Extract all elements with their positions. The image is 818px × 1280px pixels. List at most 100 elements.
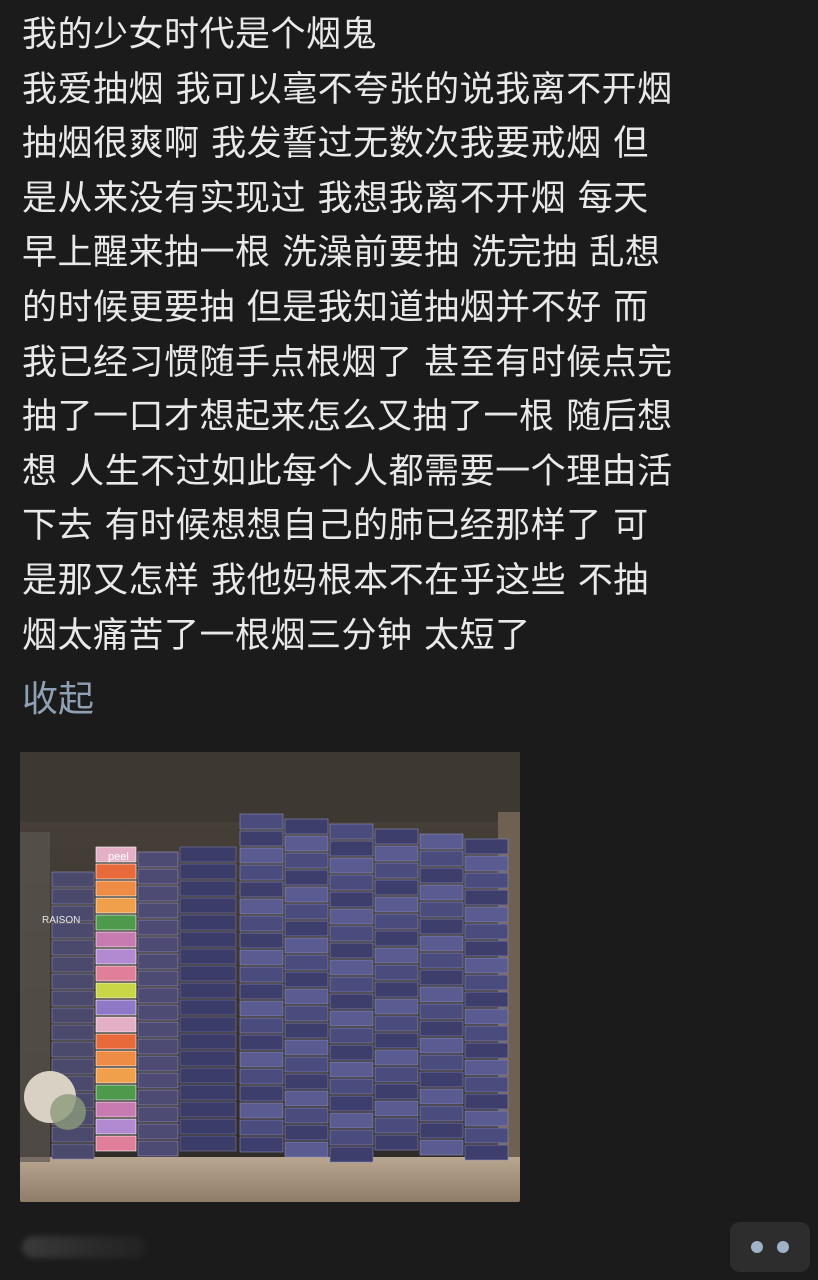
- cigarette-pack: [179, 1050, 237, 1067]
- cigarette-pack: [419, 1037, 464, 1054]
- cigarette-pack: [239, 864, 284, 881]
- cigarette-pack: [179, 880, 237, 897]
- cigarette-photo: peel RAISON: [20, 752, 520, 1202]
- cigarette-pack: [51, 973, 95, 990]
- cigarette-pack: [179, 1016, 237, 1033]
- cigarette-pack: [464, 872, 509, 889]
- cigarette-pack: [95, 880, 137, 897]
- cigarette-pack: [239, 1068, 284, 1085]
- cigarette-pack: [329, 942, 374, 959]
- cigarette-pack: [419, 901, 464, 918]
- cigarette-pack: [179, 914, 237, 931]
- cigarette-pack: [284, 937, 329, 954]
- collapse-link[interactable]: 收起: [22, 672, 94, 728]
- cigarette-pack: [137, 970, 179, 987]
- cigarette-pack: [239, 813, 284, 830]
- cigarette-pack: [137, 919, 179, 936]
- cigarette-pack: [239, 881, 284, 898]
- cigarette-pack: [464, 957, 509, 974]
- cigarette-pack: [329, 840, 374, 857]
- cigarette-pack: [419, 969, 464, 986]
- cigarette-pack: [329, 1061, 374, 1078]
- cigarette-pack: [137, 885, 179, 902]
- cigarette-pack: [374, 896, 419, 913]
- cigarette-pack: [179, 999, 237, 1016]
- cigarette-pack: [464, 940, 509, 957]
- cigarette-pack: [95, 1118, 137, 1135]
- cigarette-pack: [419, 935, 464, 952]
- cigarette-pack: [464, 1059, 509, 1076]
- cigarette-pack: [284, 1056, 329, 1073]
- cigarette-pack: [137, 868, 179, 885]
- cigarette-pack: [137, 1038, 179, 1055]
- cigarette-pack: [51, 990, 95, 1007]
- cigarette-pack: [464, 906, 509, 923]
- cigarette-pack: [464, 1144, 509, 1161]
- cigarette-pack: [95, 931, 137, 948]
- cigarette-pack: [329, 891, 374, 908]
- cigarette-pack: [51, 1007, 95, 1024]
- cigarette-pack: [95, 863, 137, 880]
- cigarette-pack: [374, 964, 419, 981]
- cigarette-pack: [374, 913, 419, 930]
- cigarette-pack: [329, 1078, 374, 1095]
- cigarette-pack: [464, 1008, 509, 1025]
- cigarette-pack: [95, 914, 137, 931]
- cigarette-pack: [374, 998, 419, 1015]
- cigarette-pack: [419, 1020, 464, 1037]
- cigarette-pack: [419, 850, 464, 867]
- cigarette-pack: [179, 1101, 237, 1118]
- cigarette-pack: [329, 976, 374, 993]
- cigarette-pack: [95, 965, 137, 982]
- cigarette-pack: [329, 823, 374, 840]
- cigarette-pack: [284, 988, 329, 1005]
- cigarette-pack: [239, 1000, 284, 1017]
- cigarette-pack: [51, 871, 95, 888]
- cigarette-pack: [464, 991, 509, 1008]
- cigarette-pack: [374, 1015, 419, 1032]
- cigarette-pack: [329, 874, 374, 891]
- cigarette-pack: [179, 1033, 237, 1050]
- cigarette-pack: [284, 869, 329, 886]
- cigarette-pack: [179, 846, 237, 863]
- cigarette-pack: [329, 1112, 374, 1129]
- cigarette-pack: [419, 1139, 464, 1156]
- cigarette-pack: [284, 920, 329, 937]
- cigarette-pack: [51, 956, 95, 973]
- pack-label-raison: RAISON: [42, 915, 80, 926]
- cigarette-pack: [329, 1146, 374, 1163]
- more-button[interactable]: [730, 1222, 810, 1272]
- cigarette-pack: [284, 818, 329, 835]
- cigarette-pack: [137, 1072, 179, 1089]
- cigarette-pack: [374, 845, 419, 862]
- cigarette-pack: [179, 965, 237, 982]
- cigarette-pack: [137, 1140, 179, 1157]
- cigarette-pack: [137, 1106, 179, 1123]
- cigarette-pack: [95, 999, 137, 1016]
- cigarette-pack: [239, 847, 284, 864]
- cigarette-pack: [419, 884, 464, 901]
- cigarette-pack: [329, 1027, 374, 1044]
- cigarette-pack: [239, 1085, 284, 1102]
- cigarette-pack: [374, 862, 419, 879]
- cigarette-pack: [179, 863, 237, 880]
- cigarette-pack: [284, 886, 329, 903]
- cigarette-pack: [284, 1124, 329, 1141]
- post-image[interactable]: peel RAISON: [20, 752, 520, 1202]
- more-dots-icon: [777, 1241, 789, 1253]
- cigarette-pack: [284, 1039, 329, 1056]
- cigarette-pack: [239, 1017, 284, 1034]
- cigarette-pack: [419, 986, 464, 1003]
- cigarette-pack: [464, 889, 509, 906]
- cigarette-pack: [239, 1119, 284, 1136]
- cigarette-pack: [179, 948, 237, 965]
- cigarette-pack: [137, 1089, 179, 1106]
- cigarette-pack: [419, 1054, 464, 1071]
- cigarette-pack: [137, 1021, 179, 1038]
- cigarette-pack: [374, 981, 419, 998]
- cigarette-pack: [137, 936, 179, 953]
- cigarette-pack: [329, 857, 374, 874]
- cigarette-pack: [419, 1003, 464, 1020]
- cigarette-pack: [284, 1141, 329, 1158]
- cigarette-pack: [179, 931, 237, 948]
